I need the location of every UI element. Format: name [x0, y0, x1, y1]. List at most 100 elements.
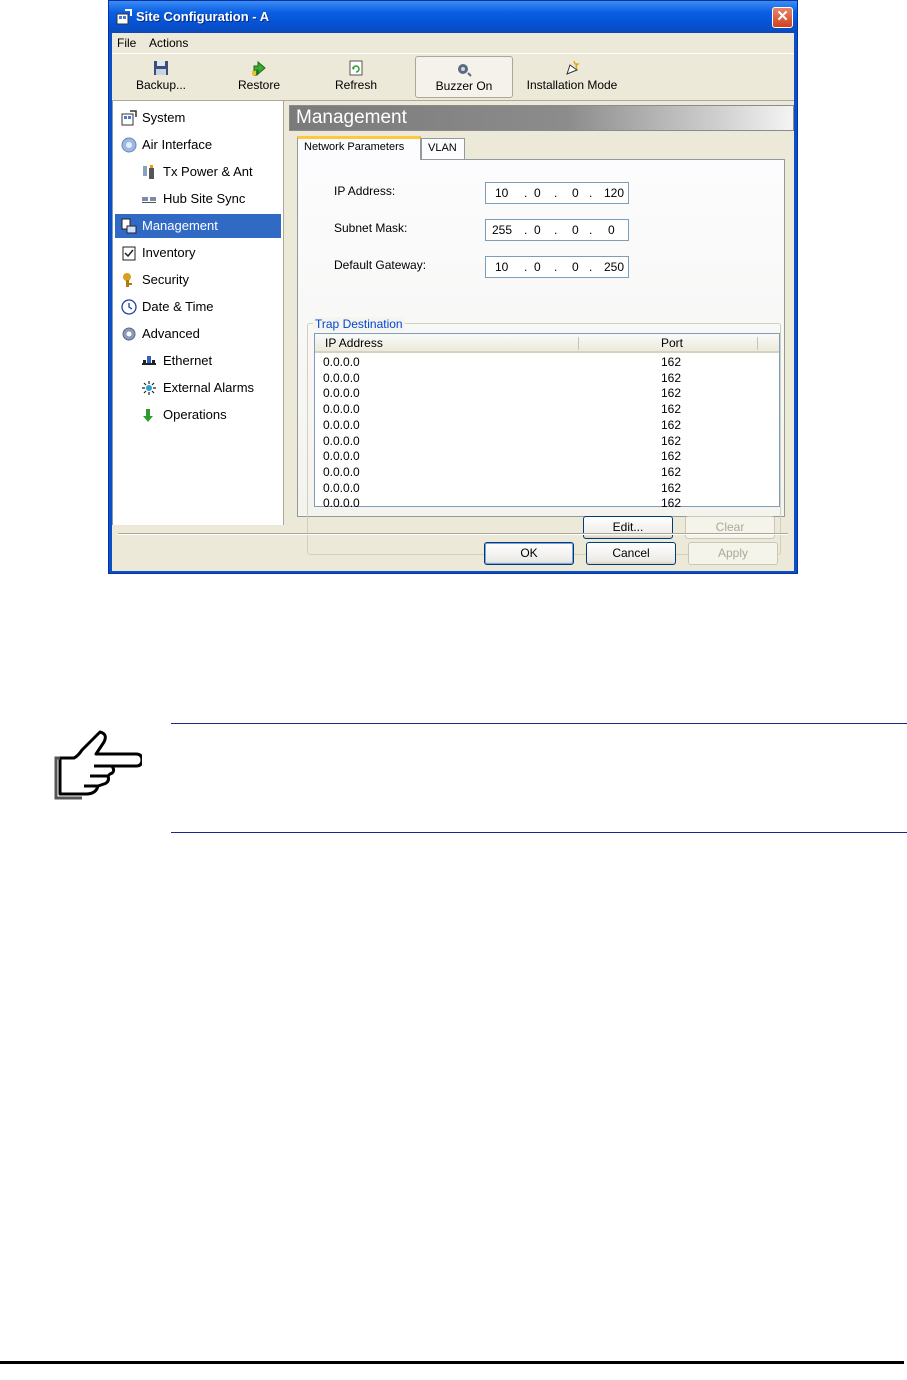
ip-octet: 0 — [572, 260, 579, 274]
installation-mode-label: Installation Mode — [526, 78, 618, 92]
tab-vlan[interactable]: VLAN — [421, 138, 465, 160]
default-gateway-field[interactable]: 10 . 0 . 0 . 250 — [485, 256, 629, 278]
site-config-icon — [116, 9, 132, 25]
buzzer-on-button[interactable]: Buzzer On — [415, 56, 513, 98]
sidebar-item-label: Date & Time — [142, 299, 214, 314]
column-port[interactable]: Port — [661, 336, 683, 350]
sidebar-item-label: System — [142, 110, 186, 125]
trap-port-cell: 162 — [661, 386, 682, 401]
tab-network-parameters[interactable]: Network Parameters — [297, 136, 421, 160]
octet-separator: . — [524, 223, 528, 237]
table-row[interactable]: 0.0.0.0 162 — [315, 434, 779, 450]
panel-header: Management — [289, 105, 794, 131]
trap-ip-cell: 0.0.0.0 — [323, 464, 360, 479]
panel-title: Management — [296, 107, 407, 128]
floppy-disk-icon — [154, 61, 168, 75]
ip-octet: 0 — [608, 223, 615, 237]
refresh-label: Refresh — [334, 78, 378, 92]
column-separator[interactable] — [578, 337, 579, 350]
restore-button[interactable]: Restore — [214, 56, 304, 98]
ethernet-icon — [142, 356, 156, 365]
table-row[interactable]: 0.0.0.0 162 — [315, 449, 779, 465]
buzzer-icon — [458, 64, 472, 77]
inventory-icon — [122, 246, 136, 261]
trap-destination-list[interactable]: IP Address Port 0.0.0.0 162 0.0.0.0 162 0.0.… — [314, 333, 780, 510]
octet-separator: . — [589, 186, 593, 200]
ok-button[interactable]: OK — [484, 542, 574, 565]
trap-ip-cell: 0.0.0.0 — [323, 433, 360, 448]
window-client-area: File Actions Backup... Restore Refresh B… — [112, 33, 794, 571]
apply-button[interactable]: Apply — [688, 542, 778, 565]
sidebar-item-management[interactable]: Management — [115, 214, 281, 238]
installation-mode-button[interactable]: Installation Mode — [522, 56, 622, 98]
backup-label: Backup... — [135, 78, 187, 92]
trap-ip-cell: 0.0.0.0 — [323, 386, 360, 401]
octet-separator: . — [524, 260, 528, 274]
table-row[interactable]: 0.0.0.0 162 — [315, 465, 779, 481]
sidebar-item-operations[interactable]: Operations — [115, 403, 281, 427]
sidebar-item-inventory[interactable]: Inventory — [115, 241, 281, 265]
sidebar-item-ethernet[interactable]: Ethernet — [115, 349, 281, 373]
ip-octet: 10 — [495, 186, 509, 200]
sidebar-item-system[interactable]: System — [115, 106, 281, 130]
toolbar: Backup... Restore Refresh Buzzer On Inst… — [112, 53, 794, 101]
menu-file[interactable]: File — [117, 36, 136, 50]
octet-separator: . — [589, 223, 593, 237]
gear-icon — [122, 327, 136, 341]
refresh-button[interactable]: Refresh — [311, 56, 401, 98]
table-row[interactable]: 0.0.0.0 162 — [315, 386, 779, 402]
ip-address-field[interactable]: 10 . 0 . 0 . 120 — [485, 182, 629, 204]
management-icon — [121, 218, 137, 234]
sidebar-item-label: Ethernet — [163, 353, 213, 368]
operations-icon — [143, 409, 153, 422]
cancel-button[interactable]: Cancel — [586, 542, 676, 565]
column-ip-address[interactable]: IP Address — [325, 336, 383, 350]
antenna-icon — [143, 165, 154, 179]
sidebar-item-external-alarms[interactable]: External Alarms — [115, 376, 281, 400]
table-row[interactable]: 0.0.0.0 162 — [315, 481, 779, 497]
table-row[interactable]: 0.0.0.0 162 — [315, 418, 779, 434]
ip-octet: 0 — [534, 223, 541, 237]
pointing-hand-icon — [54, 730, 142, 800]
sidebar-item-label: External Alarms — [163, 380, 255, 395]
octet-separator: . — [554, 186, 558, 200]
table-row[interactable]: 0.0.0.0 162 — [315, 496, 779, 512]
menu-actions[interactable]: Actions — [149, 36, 188, 50]
restore-arrow-icon — [252, 60, 266, 76]
bottom-separator — [118, 533, 788, 535]
sidebar-item-tx-power[interactable]: Tx Power & Ant — [115, 160, 281, 184]
trap-port-cell: 162 — [661, 496, 682, 511]
installation-mode-icon — [566, 60, 580, 75]
sidebar-navigation: System Air Interface Tx Power & Ant Hub … — [112, 101, 284, 525]
sidebar-item-label: Management — [142, 218, 218, 233]
sidebar-item-hub-site-sync[interactable]: Hub Site Sync — [115, 187, 281, 211]
edit-button[interactable]: Edit... — [583, 516, 673, 539]
table-row[interactable]: 0.0.0.0 162 — [315, 355, 779, 371]
clear-button[interactable]: Clear — [685, 516, 775, 539]
sidebar-item-date-time[interactable]: Date & Time — [115, 295, 281, 319]
column-separator[interactable] — [757, 337, 758, 350]
sidebar-item-air-interface[interactable]: Air Interface — [115, 133, 281, 157]
close-button[interactable]: ✕ — [772, 7, 793, 28]
octet-separator: . — [554, 260, 558, 274]
title-bar[interactable]: Site Configuration - A ✕ — [109, 1, 797, 33]
subnet-mask-field[interactable]: 255 . 0 . 0 . 0 — [485, 219, 629, 241]
sidebar-item-security[interactable]: Security — [115, 268, 281, 292]
note-bottom-rule — [171, 832, 907, 833]
ip-octet: 0 — [534, 260, 541, 274]
trap-port-cell: 162 — [661, 370, 682, 385]
trap-port-cell: 162 — [661, 464, 682, 479]
trap-port-cell: 162 — [661, 402, 682, 417]
trap-destination-title: Trap Destination — [313, 317, 405, 331]
trap-ip-cell: 0.0.0.0 — [323, 480, 360, 495]
backup-button[interactable]: Backup... — [116, 56, 206, 98]
table-row[interactable]: 0.0.0.0 162 — [315, 402, 779, 418]
note-top-rule — [171, 723, 907, 724]
ip-octet: 10 — [495, 260, 509, 274]
restore-label: Restore — [237, 78, 281, 92]
sidebar-item-label: Hub Site Sync — [163, 191, 246, 206]
sidebar-item-advanced[interactable]: Advanced — [115, 322, 281, 346]
sidebar-item-label: Inventory — [142, 245, 196, 260]
table-row[interactable]: 0.0.0.0 162 — [315, 371, 779, 387]
trap-ip-cell: 0.0.0.0 — [323, 449, 360, 464]
